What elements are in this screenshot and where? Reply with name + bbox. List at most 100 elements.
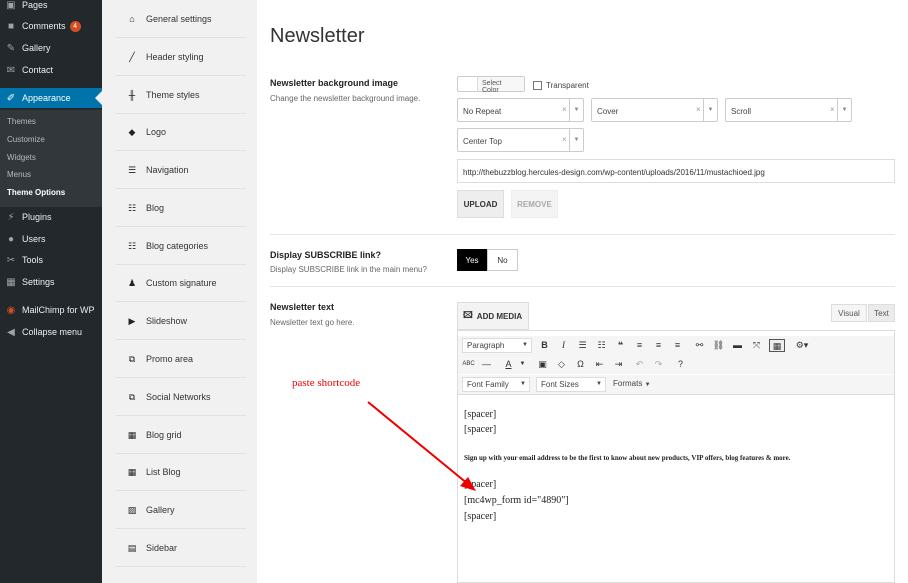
gear-icon[interactable]: ⚙▾ [792, 339, 812, 352]
options-nav-gallery[interactable]: ▨ Gallery [116, 492, 246, 529]
clear-formatting-icon[interactable]: ◇ [555, 358, 568, 371]
admin-menu-mailchimp[interactable]: ◉ MailChimp for WP [0, 300, 102, 320]
options-nav-blog-grid[interactable]: ▦ Blog grid [116, 417, 246, 454]
admin-menu-pages[interactable]: ▣ Pages [0, 0, 102, 15]
content-line: [mc4wp_form id="4890"] [464, 495, 569, 506]
strikethrough-icon[interactable]: ABC [462, 358, 475, 371]
tab-text[interactable]: Text [868, 304, 895, 322]
chevron-down-icon[interactable]: ▼ [516, 358, 529, 371]
options-nav-header-styling[interactable]: ╱ Header styling [116, 39, 246, 76]
text-color-icon[interactable]: A [502, 358, 515, 371]
bg-image-title: Newsletter background image [270, 78, 399, 88]
options-nav-logo[interactable]: ◆ Logo [116, 114, 246, 151]
comments-count-badge: 4 [69, 20, 81, 32]
tab-visual[interactable]: Visual [831, 304, 867, 322]
align-center-icon[interactable]: ≡ [652, 339, 665, 352]
align-left-icon[interactable]: ≡ [633, 339, 646, 352]
special-character-icon[interactable]: Ω [574, 358, 587, 371]
submenu-menus[interactable]: Menus [7, 170, 31, 179]
options-nav-sidebar[interactable]: ▤ Sidebar [116, 530, 246, 567]
bg-image-desc: Change the newsletter background image. [270, 94, 421, 103]
color-picker-button[interactable]: Select Color [457, 76, 525, 94]
read-more-icon[interactable]: ▬ [731, 339, 744, 352]
content-line: [spacer] [464, 424, 497, 435]
gallery-pin-icon: ✎ [6, 42, 16, 54]
paragraph-format-select[interactable]: Paragraph ▼ [462, 338, 532, 353]
page-title: Newsletter [270, 25, 365, 47]
unlink-icon[interactable]: ⛓ [712, 339, 725, 352]
add-media-button[interactable]: 🖾 ADD MEDIA [457, 302, 529, 330]
font-family-select[interactable]: Font Family ▼ [462, 377, 530, 392]
options-nav-slideshow[interactable]: ▶ Slideshow [116, 303, 246, 340]
admin-menu-appearance[interactable]: ✐ Appearance [0, 88, 102, 108]
options-nav-general-settings[interactable]: ⌂ General settings [116, 1, 246, 38]
sliders-icon: ╫ [128, 90, 136, 100]
main-panel: Newsletter Newsletter background image C… [257, 0, 908, 583]
formats-menu[interactable]: Formats ▼ [613, 379, 651, 388]
blockquote-icon[interactable]: ❝ [614, 339, 627, 352]
font-sizes-select[interactable]: Font Sizes ▼ [536, 377, 606, 392]
submenu-customize[interactable]: Customize [7, 135, 45, 144]
admin-menu-settings[interactable]: ▦ Settings [0, 272, 102, 292]
clear-icon[interactable]: × [562, 105, 567, 114]
options-nav-custom-signature[interactable]: ♟ Custom signature [116, 265, 246, 302]
link-icon[interactable]: ⚯ [693, 339, 706, 352]
redo-icon[interactable]: ↷ [652, 358, 665, 371]
options-nav-blog[interactable]: ☷ Blog [116, 190, 246, 227]
bold-icon[interactable]: B [538, 339, 551, 352]
horizontal-line-icon[interactable]: — [480, 358, 493, 371]
subscribe-yes-toggle[interactable]: Yes [457, 249, 487, 271]
submenu-theme-options[interactable]: Theme Options [7, 188, 65, 197]
admin-menu-comments[interactable]: ■ Comments 4 [0, 16, 102, 36]
admin-menu-contact[interactable]: ✉ Contact [0, 60, 102, 80]
select-color-label: Select Color [478, 77, 524, 94]
pencil-icon: ╱ [129, 51, 135, 62]
fullscreen-icon[interactable]: ⤧ [750, 339, 763, 352]
bg-image-url-input[interactable]: http://thebuzzblog.hercules-design.com/w… [457, 159, 895, 183]
options-nav-theme-styles[interactable]: ╫ Theme styles [116, 77, 246, 114]
subscribe-desc: Display SUBSCRIBE link in the main menu? [270, 265, 427, 274]
indent-icon[interactable]: ⇥ [612, 358, 625, 371]
numbered-list-icon[interactable]: ☷ [595, 339, 608, 352]
admin-menu-gallery[interactable]: ✎ Gallery [0, 38, 102, 58]
admin-menu-tools[interactable]: ✂ Tools [0, 250, 102, 270]
outdent-icon[interactable]: ⇤ [593, 358, 606, 371]
subscribe-no-toggle[interactable]: No [487, 249, 518, 271]
options-nav-blog-categories[interactable]: ☷ Blog categories [116, 228, 246, 265]
content-line: Sign up with your email address to be th… [464, 454, 791, 462]
admin-menu-users[interactable]: ● Users [0, 229, 102, 249]
toolbar-toggle-icon[interactable]: ▦ [769, 339, 785, 352]
bg-attachment-select[interactable]: Scroll × ▼ [725, 98, 852, 122]
options-nav-navigation[interactable]: ☰ Navigation [116, 152, 246, 189]
help-icon[interactable]: ? [674, 358, 687, 371]
list-icon: ☷ [127, 202, 137, 213]
bg-repeat-select[interactable]: No Repeat × ▼ [457, 98, 584, 122]
editor-toolbar-row-1: Paragraph ▼ B I ☰ ☷ ❝ ≡ ≡ ≡ ⚯ ⛓ ▬ ⤧ ▦ ⚙▾ [458, 336, 894, 355]
external-icon: ⧉ [128, 391, 136, 402]
italic-icon[interactable]: I [557, 339, 570, 352]
grid-icon: ▦ [127, 429, 137, 440]
bullet-list-icon[interactable]: ☰ [576, 339, 589, 352]
remove-button[interactable]: REMOVE [511, 190, 558, 218]
paste-text-icon[interactable]: ▣ [536, 358, 549, 371]
options-nav-list-blog[interactable]: ▦ List Blog [116, 454, 246, 491]
content-line: [spacer] [464, 511, 497, 522]
options-nav-social-networks[interactable]: ⧉ Social Networks [116, 379, 246, 416]
newsletter-text-title: Newsletter text [270, 302, 335, 312]
align-right-icon[interactable]: ≡ [671, 339, 684, 352]
undo-icon[interactable]: ↶ [633, 358, 646, 371]
clear-icon[interactable]: × [696, 105, 701, 114]
bg-size-select[interactable]: Cover × ▼ [591, 98, 718, 122]
clear-icon[interactable]: × [830, 105, 835, 114]
bg-position-select[interactable]: Center Top × ▼ [457, 128, 584, 152]
submenu-themes[interactable]: Themes [7, 117, 36, 126]
options-nav-promo-area[interactable]: ⧉ Promo area [116, 341, 246, 378]
admin-menu-collapse[interactable]: ◀ Collapse menu [0, 322, 102, 342]
admin-menu-plugins[interactable]: ⚡ Plugins [0, 207, 102, 227]
clear-icon[interactable]: × [562, 135, 567, 144]
transparent-checkbox[interactable] [533, 81, 542, 90]
chevron-down-icon: ▼ [703, 99, 717, 121]
submenu-widgets[interactable]: Widgets [7, 153, 36, 162]
upload-button[interactable]: UPLOAD [457, 190, 504, 218]
content-line: [spacer] [464, 479, 497, 490]
